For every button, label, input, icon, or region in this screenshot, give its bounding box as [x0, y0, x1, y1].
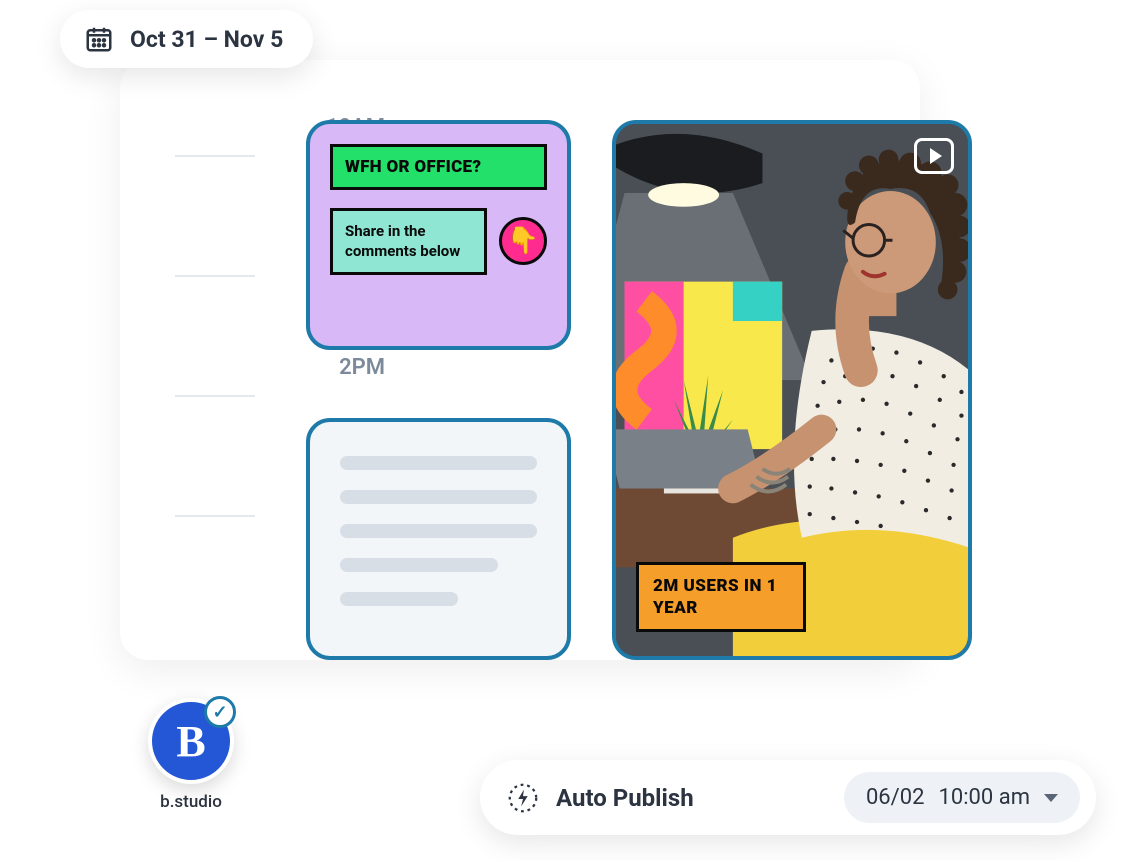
placeholder-line — [340, 592, 458, 606]
placeholder-line — [340, 524, 537, 538]
placeholder-line — [340, 490, 537, 504]
scheduled-video-card[interactable]: 2M USERS IN 1 YEAR — [612, 120, 972, 660]
time-label: 2PM — [339, 355, 385, 380]
pointing-down-icon: 👇 — [499, 217, 547, 265]
publish-time: 10:00 am — [938, 785, 1030, 810]
calendar-icon — [84, 24, 114, 54]
publish-date: 06/02 — [866, 785, 925, 810]
date-range-label: Oct 31 – Nov 5 — [130, 26, 283, 53]
scheduled-post-card[interactable]: WFH OR OFFICE? Share in the comments bel… — [306, 120, 571, 350]
publish-datetime-picker[interactable]: 06/02 10:00 am — [844, 772, 1080, 823]
publish-bar: Auto Publish 06/02 10:00 am — [480, 760, 1096, 835]
time-gridline — [175, 155, 255, 157]
post-headline: WFH OR OFFICE? — [330, 144, 547, 190]
profile-handle: b.studio — [160, 792, 222, 812]
time-gridline — [175, 515, 255, 517]
profile-avatar: B ✓ — [148, 698, 234, 784]
post-subtext: Share in the comments below — [330, 208, 487, 275]
time-gridline — [175, 275, 255, 277]
video-caption: 2M USERS IN 1 YEAR — [636, 562, 806, 632]
placeholder-line — [340, 456, 537, 470]
chevron-down-icon — [1044, 794, 1058, 802]
verified-check-icon: ✓ — [204, 696, 236, 728]
play-icon — [914, 138, 954, 174]
profile-initial: B — [176, 716, 205, 767]
profile-badge[interactable]: B ✓ b.studio — [148, 698, 234, 812]
placeholder-line — [340, 558, 498, 572]
draft-post-card[interactable] — [306, 418, 571, 660]
time-gridline — [175, 395, 255, 397]
publish-mode-label: Auto Publish — [556, 784, 828, 812]
auto-publish-icon — [506, 781, 540, 815]
date-range-picker[interactable]: Oct 31 – Nov 5 — [60, 10, 313, 68]
post-subrow: Share in the comments below 👇 — [330, 208, 547, 275]
